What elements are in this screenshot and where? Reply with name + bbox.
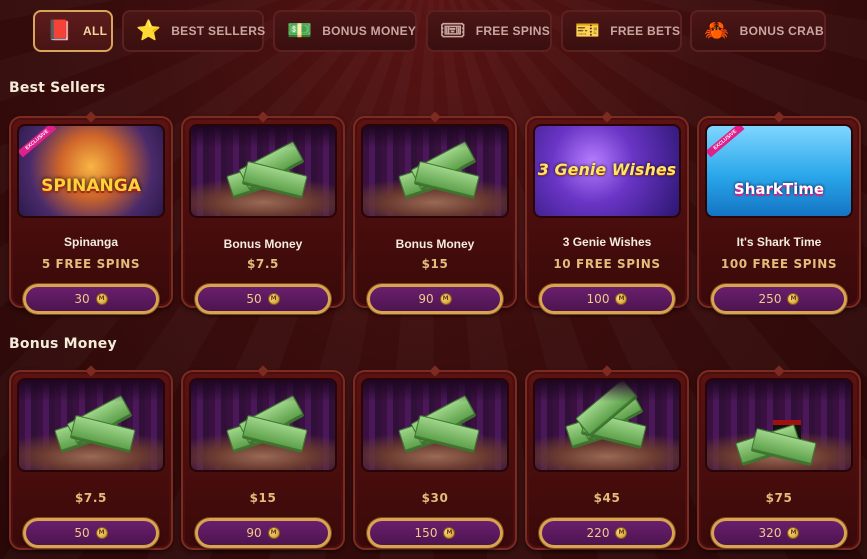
star-icon: ⭐ <box>136 20 162 42</box>
money-stack-icon <box>398 395 480 452</box>
price-label: 50 <box>246 292 262 306</box>
card-offer: $15 <box>421 257 449 271</box>
price-label: 220 <box>586 526 610 540</box>
game-thumbnail[interactable]: 3 Genie Wishes <box>533 124 681 218</box>
card-offer: $15 <box>249 491 277 505</box>
section-title-bonus-money: Bonus Money <box>9 336 117 352</box>
product-card[interactable]: $30 150 M <box>353 370 517 550</box>
price-label: 100 <box>586 292 610 306</box>
price-label: 150 <box>414 526 438 540</box>
buy-button[interactable]: 250 M <box>711 284 847 314</box>
card-offer: 100 FREE SPINS <box>720 257 838 271</box>
price-label: 50 <box>74 526 90 540</box>
buy-button[interactable]: 220 M <box>539 518 675 548</box>
money-stack-icon <box>398 141 480 198</box>
product-card[interactable]: EXCLUSIVE SharkTime It's Shark Time 100 … <box>697 116 861 314</box>
buy-button[interactable]: 50 M <box>195 284 331 314</box>
coin-icon: M <box>95 527 108 539</box>
buy-button[interactable]: 90 M <box>367 284 503 314</box>
coin-icon: M <box>787 527 800 539</box>
tab-free-bets[interactable]: 🎫 FREE BETS <box>561 10 682 52</box>
coin-icon: M <box>443 527 456 539</box>
tab-label: FREE SPINS <box>475 24 551 38</box>
card-offer: $45 <box>593 491 621 505</box>
stage-thumbnail[interactable] <box>189 124 337 218</box>
game-art-title: 3 Genie Wishes <box>537 160 677 179</box>
crab-icon: 🦀 <box>704 20 730 42</box>
tab-free-spins[interactable]: 🎟 FREE SPINS <box>426 10 552 52</box>
product-card[interactable]: $7.5 50 M <box>9 370 173 550</box>
card-name: Bonus Money <box>395 237 475 251</box>
card-name: 3 Genie Wishes <box>562 235 652 249</box>
price-label: 90 <box>418 292 434 306</box>
stage-thumbnail[interactable] <box>533 378 681 472</box>
price-label: 30 <box>74 292 90 306</box>
coin-icon: M <box>267 527 280 539</box>
product-card[interactable]: $75 320 M <box>697 370 861 550</box>
buy-button[interactable]: 150 M <box>367 518 503 548</box>
product-card[interactable]: Bonus Money $7.5 50 M <box>181 116 345 314</box>
coin-icon: M <box>787 293 800 305</box>
price-label: 320 <box>758 526 782 540</box>
tab-best-sellers[interactable]: ⭐ BEST SELLERS <box>122 10 266 52</box>
card-offer: $75 <box>765 491 793 505</box>
buy-button[interactable]: 50 M <box>23 518 159 548</box>
card-offer: $30 <box>421 491 449 505</box>
tab-label: ALL <box>83 24 108 38</box>
card-offer: 10 FREE SPINS <box>553 257 661 271</box>
tab-label: BONUS MONEY <box>322 24 417 38</box>
buy-button[interactable]: 100 M <box>539 284 675 314</box>
product-card[interactable]: $15 90 M <box>181 370 345 550</box>
game-thumbnail[interactable]: EXCLUSIVE SPINANGA <box>17 124 165 218</box>
coin-icon: M <box>95 293 108 305</box>
stage-thumbnail[interactable] <box>361 378 509 472</box>
stage-thumbnail[interactable] <box>189 378 337 472</box>
tab-label: BEST SELLERS <box>171 24 266 38</box>
section-title-best-sellers: Best Sellers <box>9 80 106 96</box>
price-label: 90 <box>246 526 262 540</box>
money-stack-icon <box>226 141 308 198</box>
game-thumbnail[interactable]: EXCLUSIVE SharkTime <box>705 124 853 218</box>
stage-thumbnail[interactable] <box>361 124 509 218</box>
tab-bonus-crab[interactable]: 🦀 BONUS CRAB <box>690 10 826 52</box>
exclusive-badge: EXCLUSIVE <box>19 126 57 158</box>
tab-bonus-money[interactable]: 💵 BONUS MONEY <box>273 10 417 52</box>
card-offer: $7.5 <box>74 491 107 505</box>
cash-icon: 💵 <box>287 20 313 42</box>
stage-thumbnail[interactable] <box>705 378 853 472</box>
price-label: 250 <box>758 292 782 306</box>
tab-all[interactable]: 📕 ALL <box>33 10 113 52</box>
buy-button[interactable]: 90 M <box>195 518 331 548</box>
ticket-icon: 🎫 <box>575 20 601 42</box>
coin-icon: M <box>615 527 628 539</box>
coin-icon: M <box>615 293 628 305</box>
buy-button[interactable]: 30 M <box>23 284 159 314</box>
money-stack-icon <box>226 395 308 452</box>
product-card[interactable]: $45 220 M <box>525 370 689 550</box>
stage-thumbnail[interactable] <box>17 378 165 472</box>
product-card[interactable]: 3 Genie Wishes 3 Genie Wishes 10 FREE SP… <box>525 116 689 314</box>
card-name: It's Shark Time <box>736 235 822 249</box>
buy-button[interactable]: 320 M <box>711 518 847 548</box>
money-stack-icon <box>54 395 136 452</box>
coin-icon: M <box>439 293 452 305</box>
game-art-title: SharkTime <box>733 180 825 198</box>
card-name: Spinanga <box>63 235 118 249</box>
exclusive-badge: EXCLUSIVE <box>707 126 745 158</box>
product-card[interactable]: EXCLUSIVE SPINANGA Spinanga 5 FREE SPINS… <box>9 116 173 314</box>
coin-icon: M <box>267 293 280 305</box>
money-stack-icon <box>734 411 817 465</box>
card-offer: $7.5 <box>246 257 279 271</box>
money-stack-icon <box>565 380 649 448</box>
product-card[interactable]: Bonus Money $15 90 M <box>353 116 517 314</box>
game-art-title: SPINANGA <box>41 176 141 196</box>
card-name: Bonus Money <box>223 237 303 251</box>
book-icon: 📕 <box>47 20 73 42</box>
spin-ticket-icon: 🎟 <box>440 20 466 42</box>
tab-label: BONUS CRAB <box>739 24 824 38</box>
tab-label: FREE BETS <box>610 24 681 38</box>
card-offer: 5 FREE SPINS <box>41 257 141 271</box>
